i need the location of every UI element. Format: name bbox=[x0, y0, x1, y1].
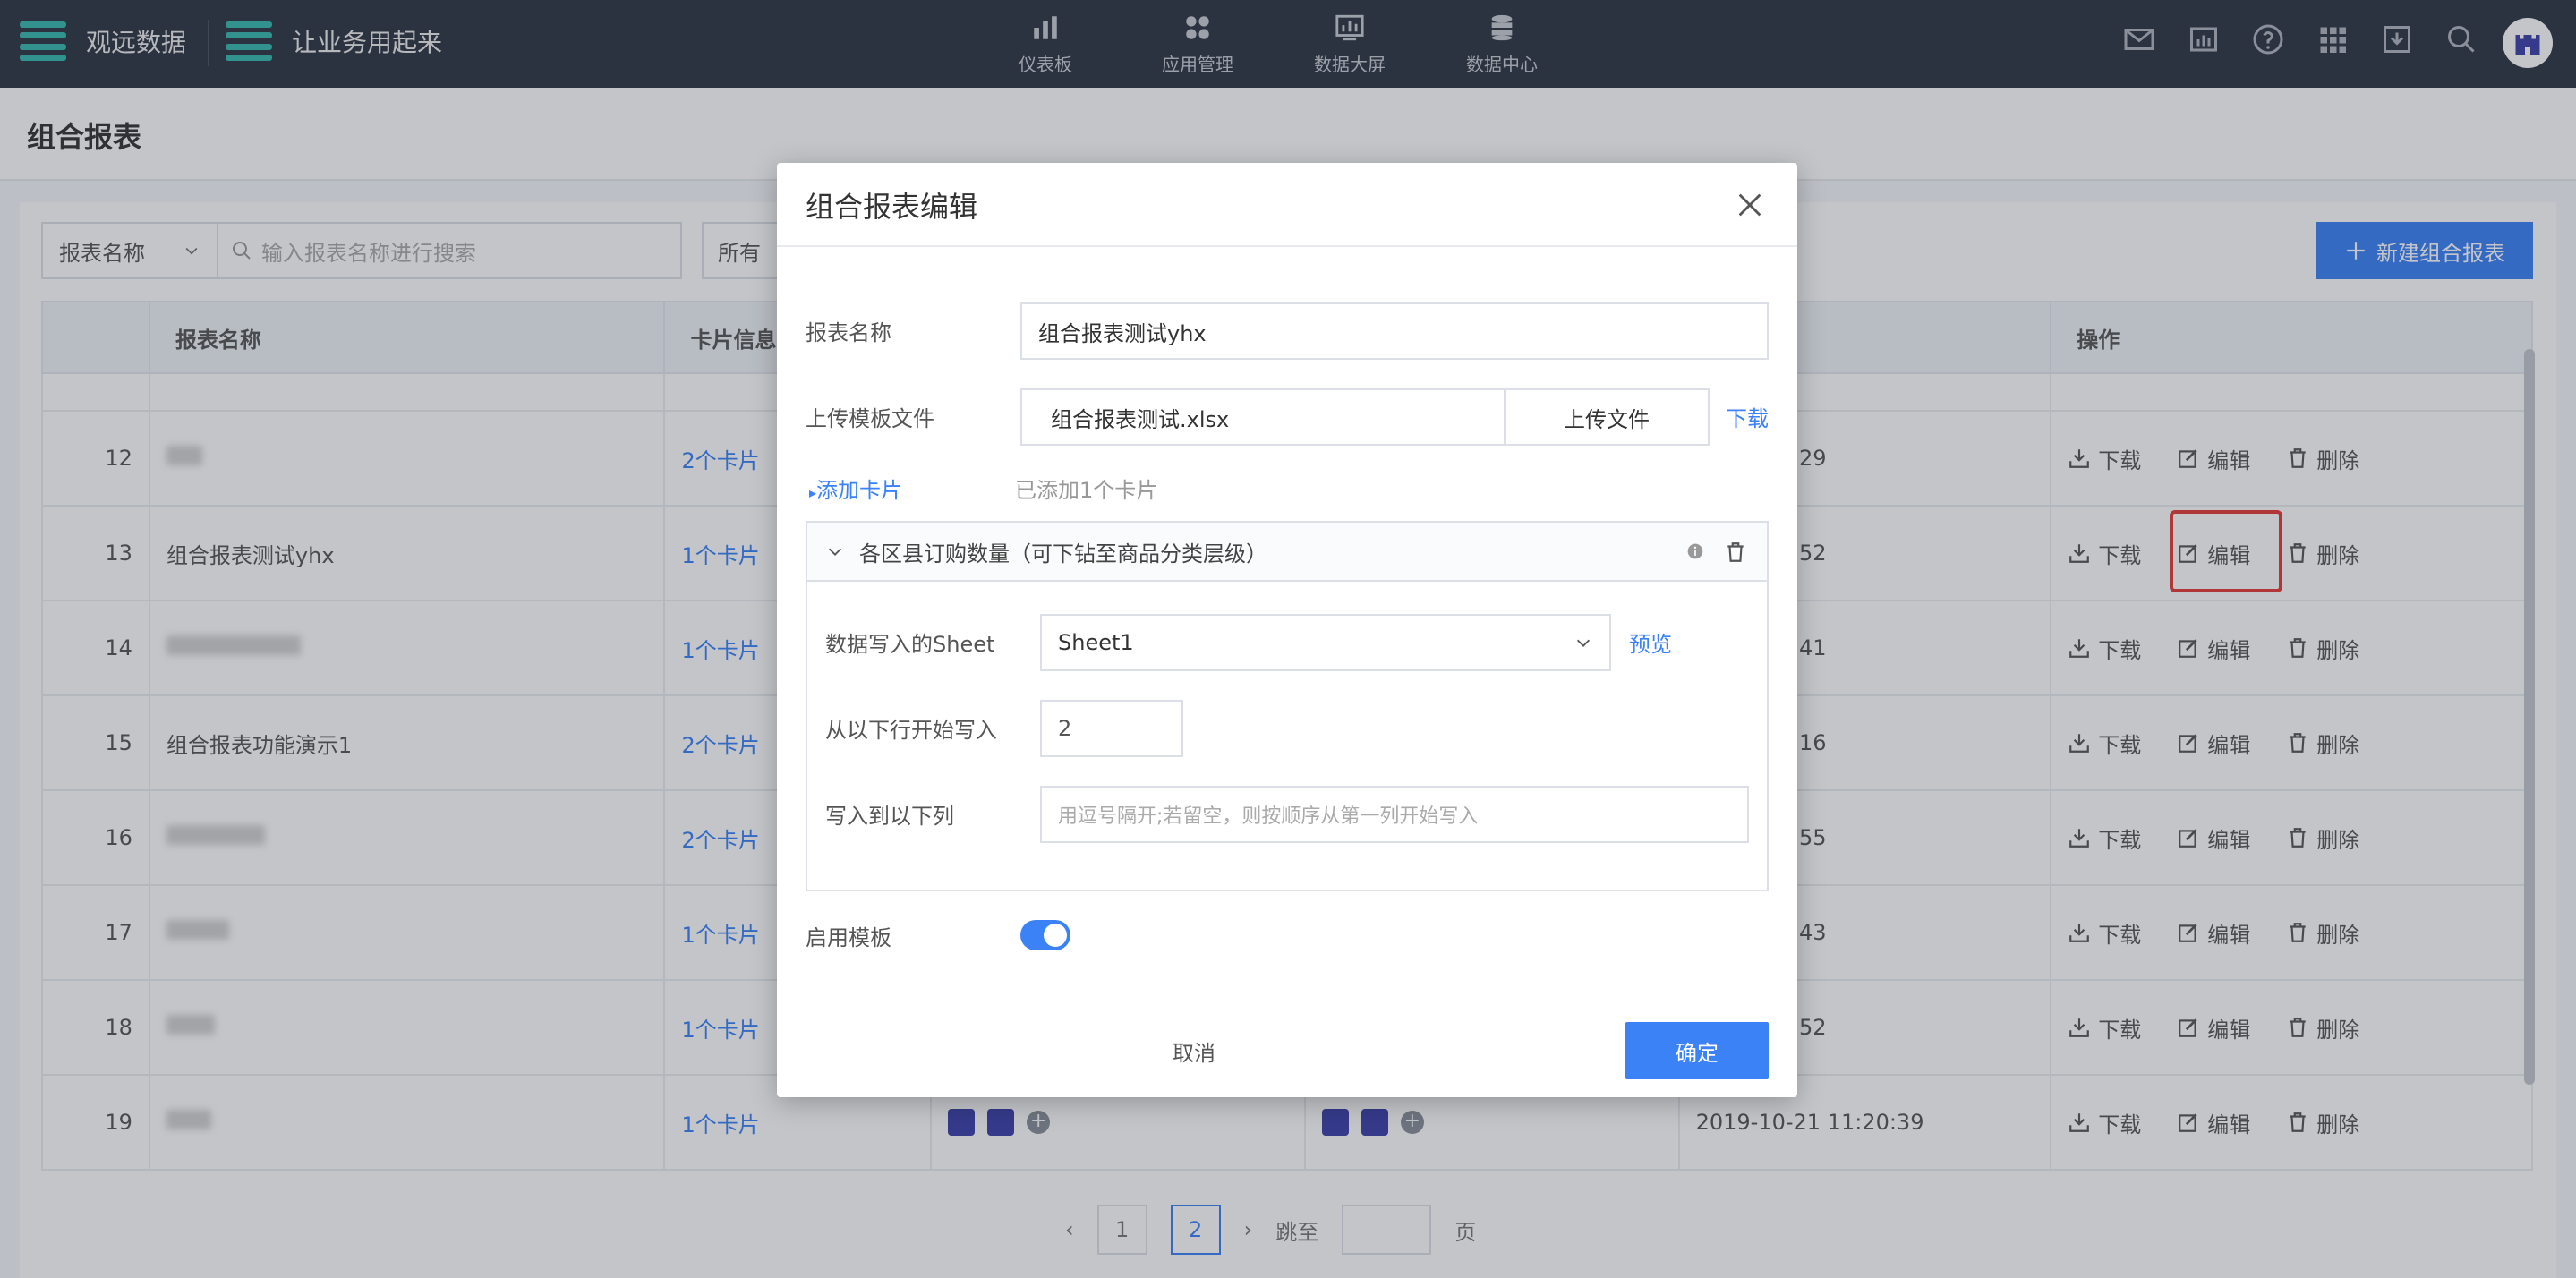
add-card-link[interactable]: ▸添加卡片 bbox=[809, 473, 902, 504]
preview-link[interactable]: 预览 bbox=[1629, 626, 1672, 658]
columns-label: 写入到以下列 bbox=[825, 804, 954, 829]
added-cards-info: 已添加1个卡片 bbox=[1015, 478, 1158, 503]
start-row-label: 从以下行开始写入 bbox=[825, 718, 997, 743]
card-title: 各区县订购数量（可下钻至商品分类层级） bbox=[859, 541, 1267, 567]
sheet-select-value: Sheet1 bbox=[1058, 630, 1134, 655]
info-icon[interactable] bbox=[1686, 542, 1704, 560]
enable-template-label: 启用模板 bbox=[806, 925, 891, 950]
sheet-label: 数据写入的Sheet bbox=[825, 632, 995, 657]
start-row-input[interactable]: 2 bbox=[1040, 700, 1183, 757]
enable-template-toggle[interactable] bbox=[1020, 920, 1070, 950]
confirm-button[interactable]: 确定 bbox=[1625, 1022, 1769, 1079]
upload-file-button[interactable]: 上传文件 bbox=[1504, 388, 1710, 446]
columns-input[interactable]: 用逗号隔开;若留空，则按顺序从第一列开始写入 bbox=[1040, 786, 1749, 843]
caret-right-icon: ▸ bbox=[809, 484, 817, 501]
close-icon[interactable] bbox=[1735, 190, 1765, 220]
card-header[interactable]: 各区县订购数量（可下钻至商品分类层级） bbox=[807, 523, 1767, 582]
trash-icon[interactable] bbox=[1724, 541, 1747, 564]
template-file-field[interactable]: 组合报表测试.xlsx bbox=[1020, 388, 1506, 446]
chevron-down-icon[interactable] bbox=[825, 541, 845, 561]
dialog-title: 组合报表编辑 bbox=[806, 190, 978, 224]
dialog-header: 组合报表编辑 bbox=[777, 163, 1797, 247]
chevron-down-icon bbox=[1576, 639, 1591, 647]
cancel-button[interactable]: 取消 bbox=[1147, 1024, 1241, 1078]
sheet-select[interactable]: Sheet1 bbox=[1040, 614, 1611, 671]
card-config-panel: 各区县订购数量（可下钻至商品分类层级） 数据写入的Sheet Sheet1 预览… bbox=[806, 521, 1769, 891]
edit-report-dialog: 组合报表编辑 报表名称 组合报表测试yhx 上传模板文件 组合报表测试.xlsx… bbox=[777, 163, 1797, 1097]
report-name-label: 报表名称 bbox=[806, 320, 891, 345]
report-name-input[interactable]: 组合报表测试yhx bbox=[1020, 302, 1769, 360]
upload-template-label: 上传模板文件 bbox=[806, 406, 934, 431]
download-template-link[interactable]: 下载 bbox=[1726, 401, 1769, 432]
